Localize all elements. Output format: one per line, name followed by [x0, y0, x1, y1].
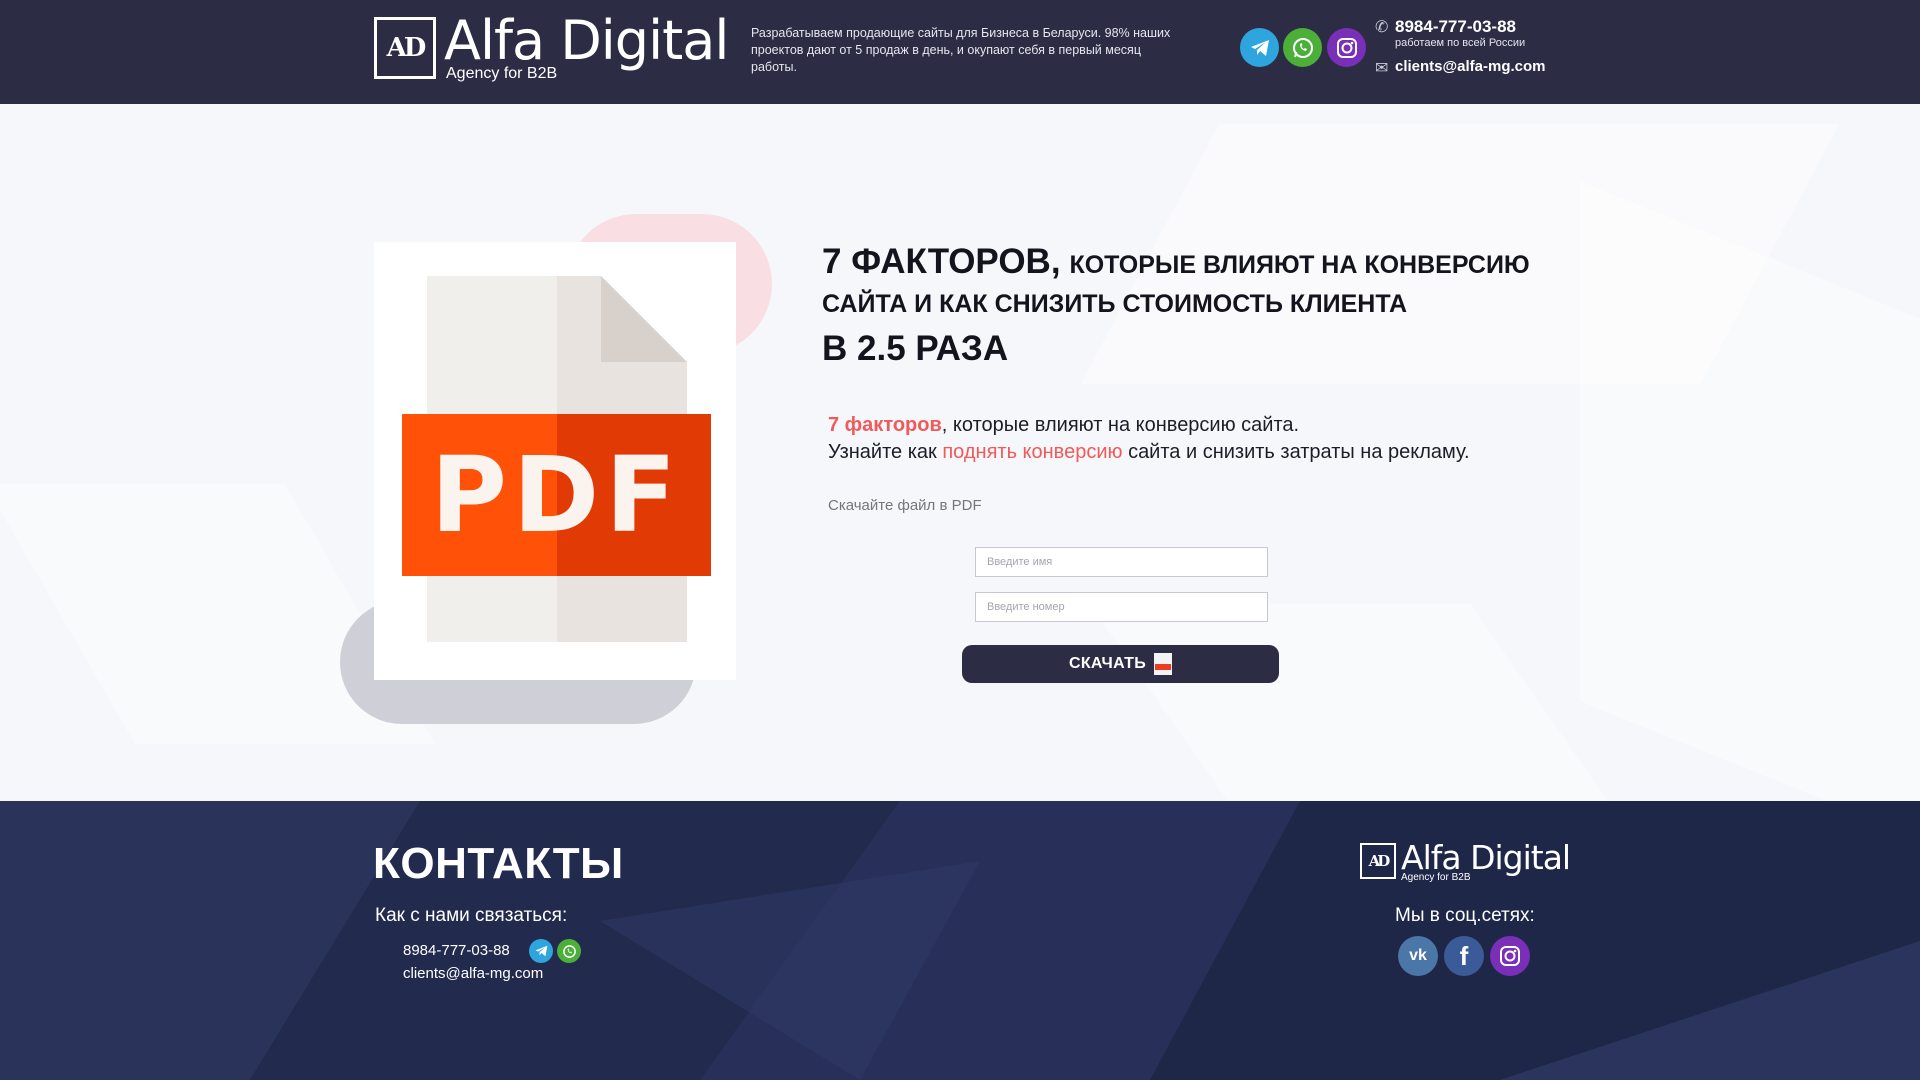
footer-background-pattern: [0, 801, 1920, 1080]
header-email-block: ✉ clients@alfa-mg.com: [1375, 58, 1546, 78]
header-logo[interactable]: AD Alfa Digital Agency for B2B: [374, 9, 729, 82]
telegram-icon[interactable]: [529, 939, 553, 963]
logo-title: Alfa Digital: [444, 9, 729, 72]
header-phone-note: работаем по всей России: [1395, 37, 1526, 49]
logo-mark: AD: [1360, 843, 1396, 879]
social-heading: Мы в соц.сетях:: [1395, 905, 1535, 926]
pdf-badge: PDF: [402, 414, 711, 576]
headline-line1: которые влияют на конверсию: [1069, 251, 1530, 279]
pdf-label: PDF: [430, 434, 683, 556]
footer-logo[interactable]: AD Alfa Digital Agency for B2B: [1360, 838, 1571, 883]
instagram-icon[interactable]: [1490, 936, 1530, 976]
site-footer: КОНТАКТЫ Как с нами связаться: 8984-777-…: [0, 801, 1920, 1080]
footer-email[interactable]: clients@alfa-mg.com: [403, 965, 543, 982]
facebook-label: f: [1459, 940, 1469, 971]
logo-subtitle: Agency for B2B: [446, 65, 558, 82]
headline-line3: в 2.5 раза: [822, 329, 1009, 368]
instagram-icon[interactable]: [1327, 28, 1366, 67]
subtext-part-3: сайта и снизить затраты на рекламу.: [1128, 441, 1470, 463]
footer-phone[interactable]: 8984-777-03-88: [403, 942, 510, 959]
header-tagline: Разрабатываем продающие сайты для Бизнес…: [751, 26, 1171, 74]
hero-section: PDF 7 факторов, которые влияют на конвер…: [0, 104, 1920, 801]
subtext-accent-1: 7 факторов: [828, 414, 942, 436]
page-title: 7 факторов, которые влияют на конверсию …: [822, 244, 1582, 366]
header-email[interactable]: clients@alfa-mg.com: [1395, 58, 1546, 75]
logo-mark: AD: [374, 17, 436, 79]
telegram-icon[interactable]: [1240, 28, 1279, 67]
subtext-accent-2: поднять конверсию: [942, 441, 1123, 463]
site-header: AD Alfa Digital Agency for B2B Разрабаты…: [0, 0, 1920, 104]
download-button-label: СКАЧАТЬ: [1068, 655, 1147, 672]
headline-emphasis: 7 факторов,: [822, 242, 1061, 281]
subtext-part-2: Узнайте как: [828, 441, 937, 463]
pdf-file-icon: [1154, 653, 1173, 675]
whatsapp-icon[interactable]: [557, 939, 581, 963]
pdf-document-illustration: PDF: [374, 242, 736, 680]
header-phone-block: ✆ 8984-777-03-88 работаем по всей России: [1375, 17, 1525, 49]
vk-icon[interactable]: vk: [1398, 936, 1438, 976]
contacts-title: КОНТАКТЫ: [373, 839, 624, 888]
background-shard: [1089, 604, 1611, 801]
headline-line2: сайта и как снизить стоимость клиента: [822, 290, 1408, 318]
name-input[interactable]: [975, 547, 1268, 577]
background-shard: [1580, 181, 1920, 801]
vk-label: vk: [1409, 947, 1427, 964]
logo-title: Alfa Digital: [1401, 838, 1571, 877]
download-note: Скачайте файл в PDF: [828, 497, 982, 514]
hero-description: 7 факторов, которые влияют на конверсию …: [828, 412, 1588, 466]
phone-input[interactable]: [975, 592, 1268, 622]
facebook-icon[interactable]: f: [1444, 936, 1484, 976]
contact-heading: Как с нами связаться:: [375, 905, 568, 926]
subtext-part-1: , которые влияют на конверсию сайта.: [941, 414, 1300, 436]
whatsapp-icon[interactable]: [1283, 28, 1322, 67]
header-phone[interactable]: 8984-777-03-88: [1395, 17, 1525, 37]
download-button[interactable]: СКАЧАТЬ: [962, 645, 1279, 683]
phone-icon: ✆: [1375, 19, 1389, 36]
envelope-icon: ✉: [1375, 60, 1389, 77]
logo-subtitle: Agency for B2B: [1401, 872, 1471, 883]
